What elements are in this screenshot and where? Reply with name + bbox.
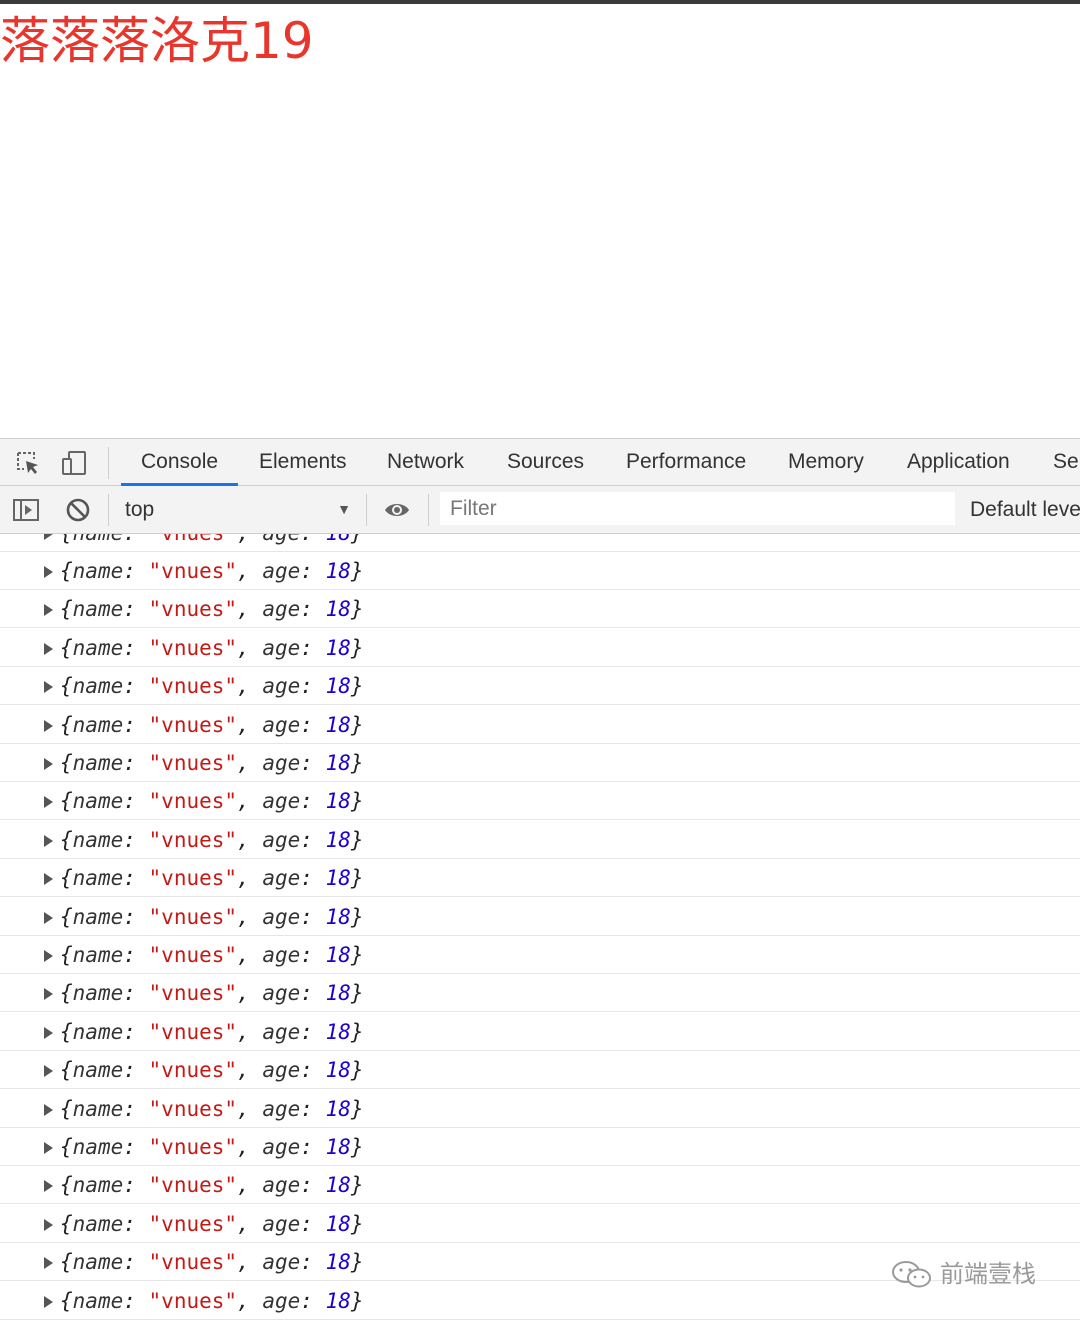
toolbar-separator: [108, 494, 109, 526]
expand-triangle-icon[interactable]: [44, 642, 53, 655]
expand-triangle-icon[interactable]: [44, 1142, 53, 1154]
clear-console-icon[interactable]: [64, 496, 92, 524]
filter-input[interactable]: [440, 492, 955, 525]
log-object-preview: {name: "vnues", age: 18}: [60, 981, 364, 1006]
context-selector-value: top: [125, 498, 155, 521]
dropdown-arrow-icon: ▼: [337, 501, 351, 517]
log-entry[interactable]: {name: "vnues", age: 18}: [0, 859, 1080, 898]
log-entry[interactable]: {name: "vnues", age: 18}: [0, 629, 1080, 667]
inspect-element-icon[interactable]: [14, 449, 42, 477]
log-object-preview: {name: "vnues", age: 18}: [60, 751, 364, 775]
device-toggle-icon[interactable]: [60, 449, 88, 477]
log-entry[interactable]: {name: "vnues", age: 18}: [0, 1013, 1080, 1051]
log-entry[interactable]: {name: "vnues", age: 18}: [0, 1090, 1080, 1128]
expand-triangle-icon[interactable]: [44, 950, 53, 962]
devtools-panel: Console Elements Network Sources Perform…: [0, 438, 1080, 1321]
log-object-preview: {name: "vnues", age: 18}: [60, 1019, 364, 1044]
log-object-preview: {name: "vnues", age: 18}: [60, 1096, 364, 1121]
expand-triangle-icon[interactable]: [44, 566, 53, 578]
log-entry-clipped[interactable]: {name: "vnues", age: 18}: [0, 534, 1080, 552]
tab-elements[interactable]: Elements: [259, 439, 347, 485]
expand-triangle-icon[interactable]: [44, 1103, 53, 1116]
expand-triangle-icon[interactable]: [44, 1026, 53, 1039]
log-entry[interactable]: {name: "vnues", age: 18}: [0, 590, 1080, 629]
log-entry[interactable]: {name: "vnues", age: 18}: [0, 782, 1080, 821]
toolbar-separator: [428, 494, 429, 526]
log-object-preview: {name: "vnues", age: 18}: [60, 789, 364, 814]
tab-sources[interactable]: Sources: [507, 439, 584, 485]
log-object-preview: {name: "vnues", age: 18}: [60, 635, 364, 660]
expand-triangle-icon[interactable]: [44, 911, 53, 924]
expand-triangle-icon[interactable]: [44, 1295, 53, 1308]
expand-triangle-icon[interactable]: [44, 1218, 53, 1231]
log-entry[interactable]: {name: "vnues", age: 18}: [0, 706, 1080, 744]
log-object-preview: {name: "vnues", age: 18}: [60, 712, 364, 737]
log-entry[interactable]: {name: "vnues", age: 18}: [0, 552, 1080, 590]
log-object-preview: {name: "vnues", age: 18}: [60, 534, 364, 552]
log-object-preview: {name: "vnues", age: 18}: [60, 1250, 364, 1275]
log-object-preview: {name: "vnues", age: 18}: [60, 827, 364, 852]
tabbar-separator: [108, 447, 109, 479]
log-entry[interactable]: {name: "vnues", age: 18}: [0, 936, 1080, 974]
log-object-preview: {name: "vnues", age: 18}: [60, 559, 364, 583]
expand-triangle-icon[interactable]: [44, 1065, 53, 1078]
browser-top-border: [0, 0, 1080, 4]
expand-triangle-icon[interactable]: [44, 719, 53, 732]
log-entry[interactable]: {name: "vnues", age: 18}: [0, 974, 1080, 1013]
log-object-preview: {name: "vnues", age: 18}: [60, 674, 364, 699]
log-entry[interactable]: {name: "vnues", age: 18}: [0, 1205, 1080, 1243]
log-entry[interactable]: {name: "vnues", age: 18}: [0, 1051, 1080, 1090]
toolbar-separator: [366, 494, 367, 526]
expand-triangle-icon[interactable]: [44, 604, 53, 617]
page-heading: 落落落洛克19: [0, 12, 314, 70]
log-object-preview: {name: "vnues", age: 18}: [60, 1288, 364, 1313]
log-object-preview: {name: "vnues", age: 18}: [60, 1211, 364, 1236]
expand-triangle-icon[interactable]: [44, 534, 53, 540]
tab-application[interactable]: Application: [907, 439, 1010, 485]
devtools-tabbar: Console Elements Network Sources Perform…: [0, 438, 1080, 486]
watermark-text: 前端壹栈: [940, 1260, 1036, 1288]
log-levels-dropdown[interactable]: Default leve: [970, 486, 1080, 534]
log-entry[interactable]: {name: "vnues", age: 18}: [0, 667, 1080, 706]
expand-triangle-icon[interactable]: [44, 988, 53, 1001]
sidebar-toggle-icon[interactable]: [12, 496, 40, 524]
log-object-preview: {name: "vnues", age: 18}: [60, 904, 364, 929]
expand-triangle-icon[interactable]: [44, 834, 53, 847]
tab-security-truncated[interactable]: Se: [1053, 439, 1079, 485]
expand-triangle-icon[interactable]: [44, 873, 53, 886]
expand-triangle-icon[interactable]: [44, 1180, 53, 1193]
expand-triangle-icon[interactable]: [44, 758, 53, 770]
log-object-preview: {name: "vnues", age: 18}: [60, 1135, 364, 1159]
console-log-list: {name: "vnues", age: 18} {name: "vnues",…: [0, 534, 1080, 1321]
tab-console[interactable]: Console: [120, 439, 239, 486]
expand-triangle-icon[interactable]: [44, 681, 53, 694]
context-selector[interactable]: top ▼: [112, 493, 357, 526]
tab-network[interactable]: Network: [387, 439, 464, 485]
tab-performance[interactable]: Performance: [626, 439, 746, 485]
log-object-preview: {name: "vnues", age: 18}: [60, 1058, 364, 1083]
log-entry[interactable]: {name: "vnues", age: 18}: [0, 744, 1080, 782]
wechat-icon: [892, 1261, 931, 1288]
log-entry[interactable]: {name: "vnues", age: 18}: [0, 1128, 1080, 1166]
console-toolbar: top ▼ Default leve: [0, 486, 1080, 534]
live-expression-eye-icon[interactable]: [383, 496, 411, 524]
expand-triangle-icon[interactable]: [44, 1257, 53, 1270]
log-object-preview: {name: "vnues", age: 18}: [60, 943, 364, 967]
log-entry[interactable]: {name: "vnues", age: 18}: [0, 1166, 1080, 1205]
log-entry[interactable]: {name: "vnues", age: 18}: [0, 898, 1080, 936]
log-entry[interactable]: {name: "vnues", age: 18}: [0, 821, 1080, 859]
tab-memory[interactable]: Memory: [788, 439, 864, 485]
expand-triangle-icon[interactable]: [44, 796, 53, 809]
log-object-preview: {name: "vnues", age: 18}: [60, 597, 364, 622]
log-object-preview: {name: "vnues", age: 18}: [60, 866, 364, 891]
log-object-preview: {name: "vnues", age: 18}: [60, 1173, 364, 1198]
